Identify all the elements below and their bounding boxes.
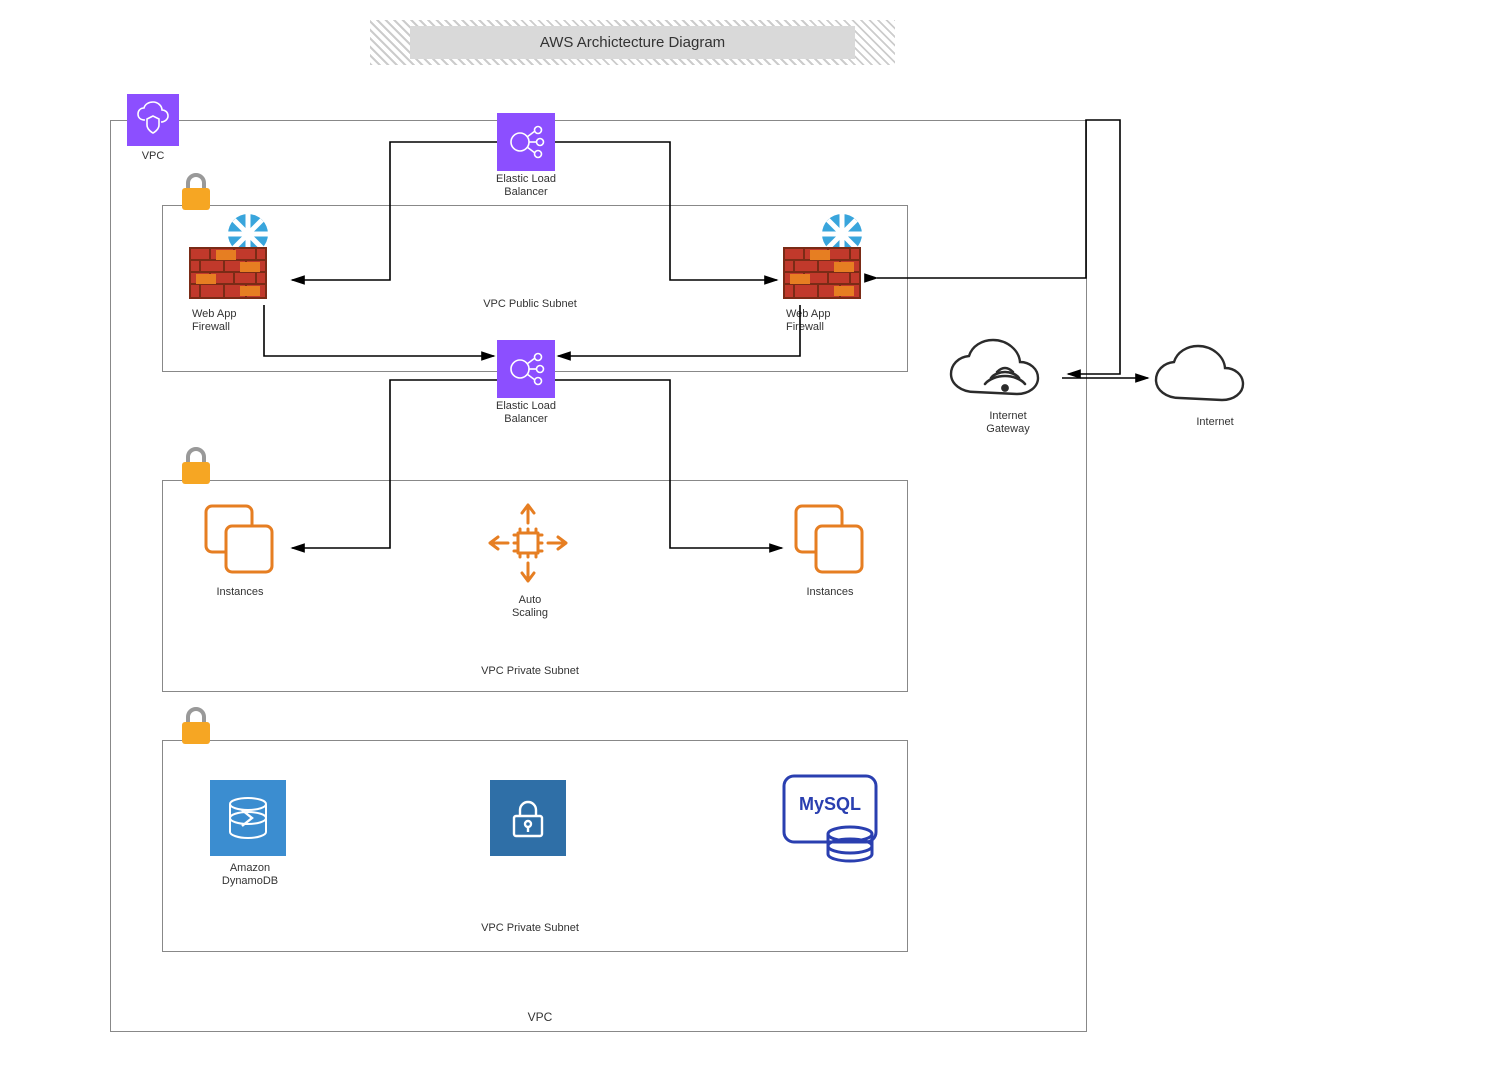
- diagram-canvas: AWS Archictecture Diagram VPC VPC Elasti…: [0, 0, 1505, 1075]
- private-subnet-2-label: VPC Private Subnet: [450, 922, 610, 935]
- autoscaling-label: Auto Scaling: [490, 594, 570, 620]
- vpc-icon: [127, 94, 179, 146]
- instances-left-label: Instances: [200, 586, 280, 599]
- svg-text:MySQL: MySQL: [799, 794, 861, 814]
- internet-gateway-label: Internet Gateway: [968, 410, 1048, 436]
- public-subnet-label: VPC Public Subnet: [460, 298, 600, 311]
- waf-right-label: Web App Firewall: [786, 308, 876, 334]
- elb-top-icon: [497, 113, 555, 171]
- vpc-icon-label: VPC: [127, 150, 179, 163]
- vpc-bottom-label: VPC: [440, 1010, 640, 1024]
- title-container: AWS Archictecture Diagram: [370, 20, 895, 65]
- dynamodb-icon: [210, 780, 286, 856]
- instances-left-icon: [200, 500, 280, 580]
- lock-icon: [176, 170, 216, 214]
- elb-mid-label: Elastic Load Balancer: [480, 400, 572, 426]
- internet-icon: [1150, 344, 1266, 414]
- private-subnet-lock-icon: [490, 780, 566, 856]
- mysql-icon: MySQL: [780, 772, 880, 868]
- waf-left-icon: [186, 212, 281, 302]
- elb-top-label: Elastic Load Balancer: [480, 173, 572, 199]
- dynamodb-label: Amazon DynamoDB: [200, 862, 300, 888]
- autoscaling-icon: [480, 495, 576, 591]
- private-subnet-1-label: VPC Private Subnet: [450, 665, 610, 678]
- elb-mid-icon: [497, 340, 555, 398]
- waf-right-icon: [780, 212, 875, 302]
- waf-left-label: Web App Firewall: [192, 308, 282, 334]
- instances-right-label: Instances: [790, 586, 870, 599]
- internet-gateway-icon: [945, 336, 1061, 412]
- instances-right-icon: [790, 500, 870, 580]
- internet-label: Internet: [1180, 416, 1250, 429]
- diagram-title: AWS Archictecture Diagram: [410, 26, 855, 59]
- lock-icon: [176, 444, 216, 488]
- lock-icon: [176, 704, 216, 748]
